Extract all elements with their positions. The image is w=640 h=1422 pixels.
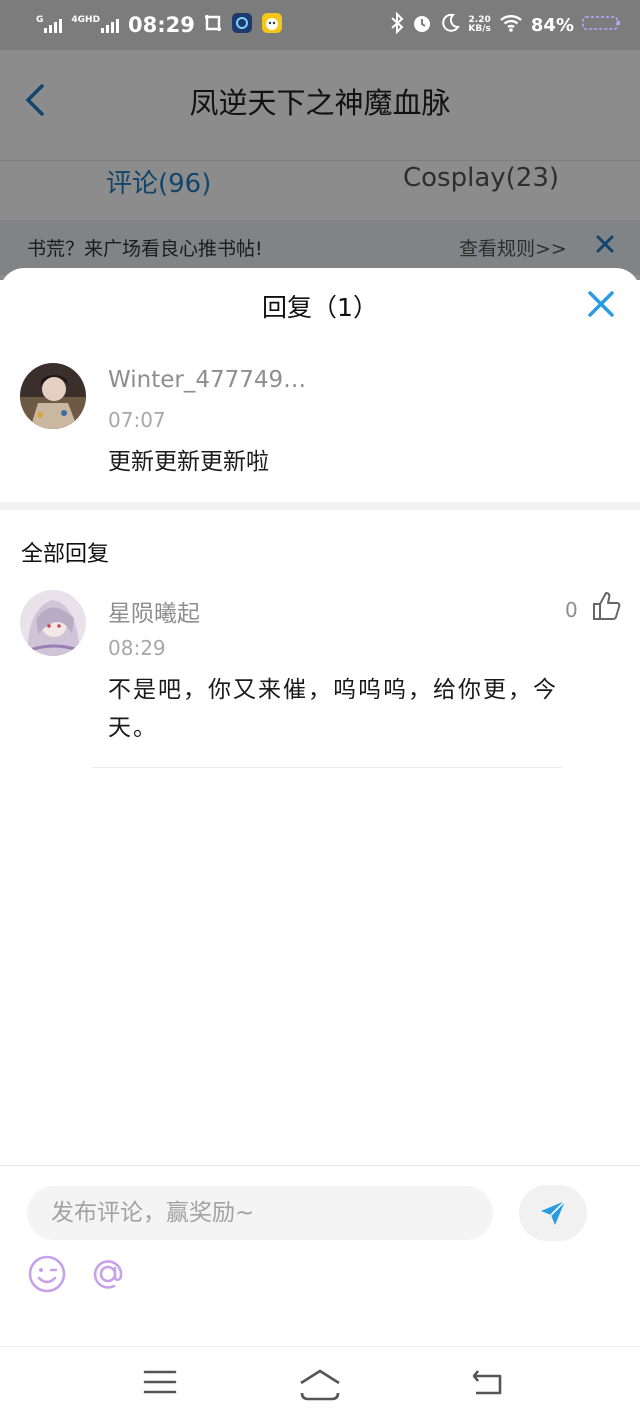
reply-divider xyxy=(92,767,562,768)
screen: G 4GHD 08:29 2.20 KB/s 84% 凤逆天下之神魔血脉 评论(… xyxy=(0,0,640,1422)
back-nav-icon[interactable] xyxy=(470,1367,514,1403)
reply-content: 不是吧，你又来催，呜呜呜，给你更，今天。 xyxy=(108,677,558,741)
battery-icon xyxy=(582,15,622,35)
section-divider xyxy=(0,502,640,510)
avatar[interactable] xyxy=(20,363,86,429)
avatar[interactable] xyxy=(20,590,86,656)
speed-unit: KB/s xyxy=(468,24,491,34)
app-notification-icon xyxy=(261,12,283,38)
status-left: G 4GHD 08:29 xyxy=(36,10,283,40)
do-not-disturb-icon xyxy=(440,13,461,37)
battery-percent: 84% xyxy=(530,14,574,36)
like-count: 0 xyxy=(565,598,578,622)
reply-time: 08:29 xyxy=(108,636,166,660)
home-icon[interactable] xyxy=(298,1367,342,1403)
reply-author[interactable]: 星陨曦起 xyxy=(108,594,200,628)
alarm-icon xyxy=(412,13,432,37)
mention-icon[interactable] xyxy=(86,1252,130,1296)
send-button[interactable] xyxy=(519,1185,587,1241)
status-right: 2.20 KB/s 84% xyxy=(390,10,622,40)
bluetooth-icon xyxy=(390,11,404,38)
modal-dim-overlay[interactable] xyxy=(0,50,640,280)
emoji-icon[interactable] xyxy=(27,1254,67,1294)
signal-icon: 4GHD xyxy=(71,15,120,33)
network-speed: 2.20 KB/s xyxy=(468,16,490,34)
system-nav-bar xyxy=(0,1346,640,1422)
comment-composer xyxy=(0,1165,640,1346)
sheet-title: 回复（1） xyxy=(262,293,378,322)
comment-time: 07:07 xyxy=(108,408,166,432)
screenshot-icon xyxy=(203,13,223,37)
signal-icon: G xyxy=(36,15,63,33)
comment-content: 更新更新更新啦 xyxy=(108,449,269,475)
comment-input[interactable] xyxy=(27,1186,493,1240)
status-time: 08:29 xyxy=(128,13,195,37)
app-notification-icon xyxy=(231,12,253,38)
wifi-icon xyxy=(499,13,523,37)
all-replies-label: 全部回复 xyxy=(21,542,110,567)
thumbs-up-icon[interactable] xyxy=(591,590,623,622)
close-icon[interactable] xyxy=(586,289,616,319)
status-bar: G 4GHD 08:29 2.20 KB/s 84% xyxy=(0,0,640,50)
network-label: 4GHD xyxy=(71,15,101,25)
send-icon xyxy=(541,1200,566,1225)
menu-icon[interactable] xyxy=(142,1367,186,1403)
network-label: G xyxy=(36,15,44,25)
comment-author[interactable]: Winter_477749… xyxy=(108,367,306,393)
